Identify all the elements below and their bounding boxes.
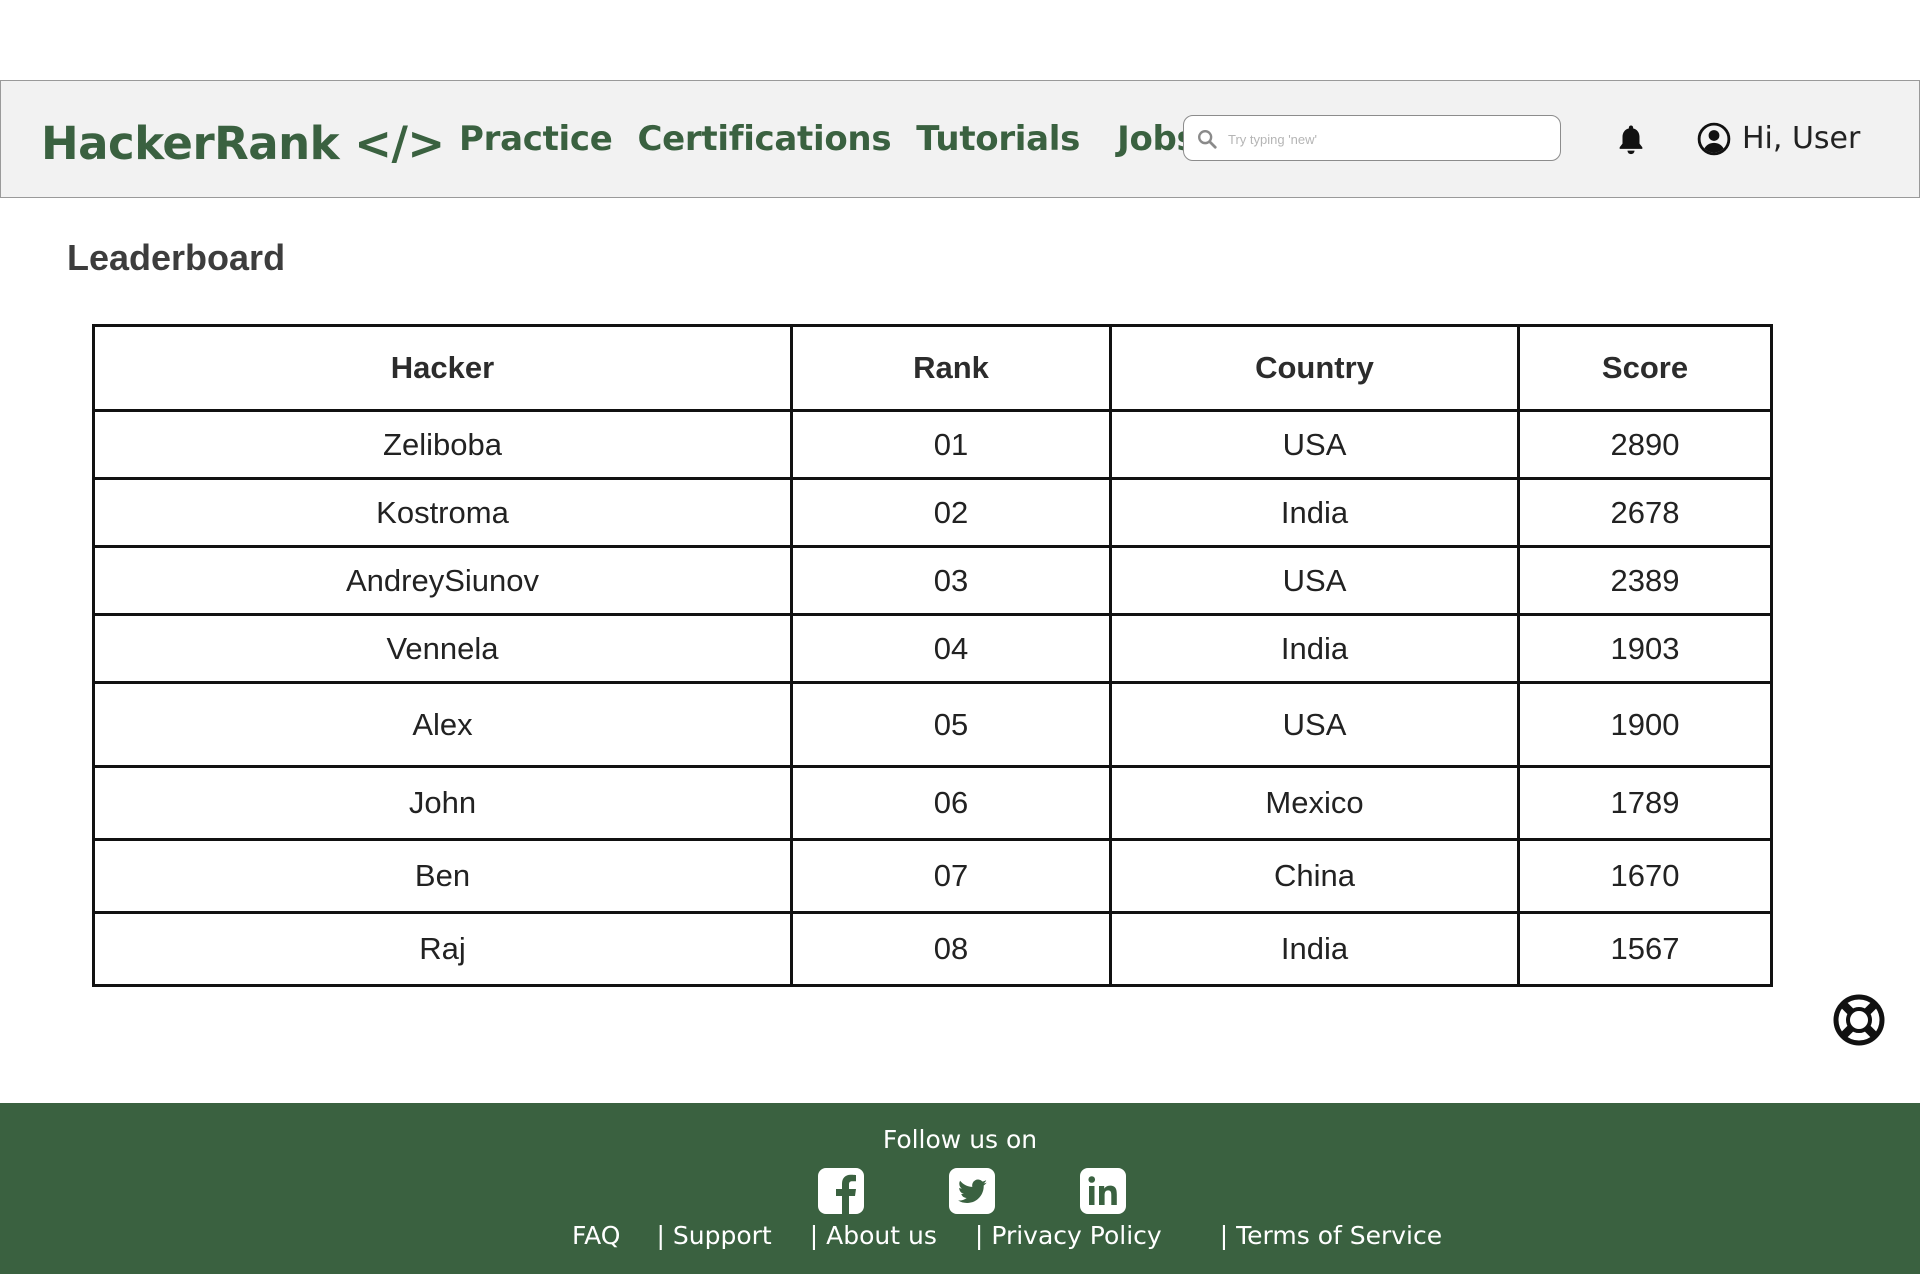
cell-country: India xyxy=(1109,613,1520,684)
table-row: Alex 05 USA 1900 xyxy=(92,681,1773,768)
search-input[interactable] xyxy=(1226,124,1550,154)
table-row: Ben 07 China 1670 xyxy=(92,838,1773,914)
column-header-rank[interactable]: Rank xyxy=(790,324,1112,412)
cell-country: China xyxy=(1109,838,1520,914)
cell-score: 2389 xyxy=(1517,545,1773,616)
site-logo[interactable]: HackerRank </> xyxy=(41,117,445,170)
footer-link-privacy-policy[interactable]: Privacy Policy xyxy=(991,1221,1161,1250)
top-navbar: HackerRank </> Practice Certifications T… xyxy=(0,80,1920,198)
footer-link-support[interactable]: Support xyxy=(673,1221,772,1250)
cell-country: USA xyxy=(1109,545,1520,616)
page-title: Leaderboard xyxy=(67,237,286,278)
footer-separator: | xyxy=(1219,1221,1229,1250)
cell-score: 2678 xyxy=(1517,477,1773,548)
help-lifebuoy-icon[interactable] xyxy=(1833,994,1885,1046)
leaderboard-table: Hacker Rank Country Score Zeliboba 01 US… xyxy=(92,324,1773,987)
footer-separator: | xyxy=(974,1221,984,1250)
cell-rank: 07 xyxy=(790,838,1112,914)
footer-links: FAQ | Support | About us | Privacy Polic… xyxy=(572,1221,1442,1250)
linkedin-icon[interactable] xyxy=(1079,1167,1127,1215)
table-row: AndreySiunov 03 USA 2389 xyxy=(92,545,1773,616)
cell-score: 1789 xyxy=(1517,765,1773,841)
search-box[interactable] xyxy=(1183,115,1561,161)
table-row: Zeliboba 01 USA 2890 xyxy=(92,409,1773,480)
table-header-row: Hacker Rank Country Score xyxy=(92,324,1773,412)
cell-score: 1567 xyxy=(1517,911,1773,987)
follow-us-text: Follow us on xyxy=(882,1125,1038,1154)
table-row: Raj 08 India 1567 xyxy=(92,911,1773,987)
cell-score: 1670 xyxy=(1517,838,1773,914)
notification-bell-icon[interactable] xyxy=(1614,121,1648,157)
footer-separator: | xyxy=(809,1221,819,1250)
cell-hacker: AndreySiunov xyxy=(92,545,793,616)
table-row: Kostroma 02 India 2678 xyxy=(92,477,1773,548)
cell-hacker: Alex xyxy=(92,681,793,768)
footer: Follow us on FAQ | Support | About us | … xyxy=(0,1103,1920,1274)
cell-hacker: Vennela xyxy=(92,613,793,684)
cell-score: 1900 xyxy=(1517,681,1773,768)
column-header-score[interactable]: Score xyxy=(1517,324,1773,412)
cell-rank: 01 xyxy=(790,409,1112,480)
footer-separator: | xyxy=(656,1221,665,1250)
table-row: Vennela 04 India 1903 xyxy=(92,613,1773,684)
cell-rank: 05 xyxy=(790,681,1112,768)
cell-country: India xyxy=(1109,477,1520,548)
cell-rank: 06 xyxy=(790,765,1112,841)
footer-link-about-us[interactable]: About us xyxy=(826,1221,937,1250)
cell-country: Mexico xyxy=(1109,765,1520,841)
cell-country: India xyxy=(1109,911,1520,987)
cell-hacker: Zeliboba xyxy=(92,409,793,480)
nav-tutorials[interactable]: Tutorials xyxy=(916,119,1080,159)
cell-score: 1903 xyxy=(1517,613,1773,684)
nav-practice[interactable]: Practice xyxy=(459,119,613,159)
cell-rank: 08 xyxy=(790,911,1112,987)
cell-rank: 02 xyxy=(790,477,1112,548)
column-header-country[interactable]: Country xyxy=(1109,324,1520,412)
user-greeting: Hi, User xyxy=(1742,121,1861,156)
facebook-icon[interactable] xyxy=(817,1167,865,1215)
cell-country: USA xyxy=(1109,681,1520,768)
footer-link-terms-of-service[interactable]: Terms of Service xyxy=(1236,1221,1442,1250)
cell-hacker: Kostroma xyxy=(92,477,793,548)
twitter-icon[interactable] xyxy=(948,1167,996,1215)
cell-rank: 04 xyxy=(790,613,1112,684)
cell-score: 2890 xyxy=(1517,409,1773,480)
main-nav: Practice Certifications Tutorials Jobs xyxy=(459,119,1222,159)
cell-hacker: John xyxy=(92,765,793,841)
cell-rank: 03 xyxy=(790,545,1112,616)
search-icon xyxy=(1198,130,1217,149)
cell-country: USA xyxy=(1109,409,1520,480)
nav-certifications[interactable]: Certifications xyxy=(638,119,892,159)
footer-link-faq[interactable]: FAQ xyxy=(572,1221,620,1250)
cell-hacker: Raj xyxy=(92,911,793,987)
table-row: John 06 Mexico 1789 xyxy=(92,765,1773,841)
user-avatar-icon xyxy=(1697,122,1731,155)
user-menu[interactable]: Hi, User xyxy=(1697,121,1860,156)
cell-hacker: Ben xyxy=(92,838,793,914)
column-header-hacker[interactable]: Hacker xyxy=(92,324,793,412)
